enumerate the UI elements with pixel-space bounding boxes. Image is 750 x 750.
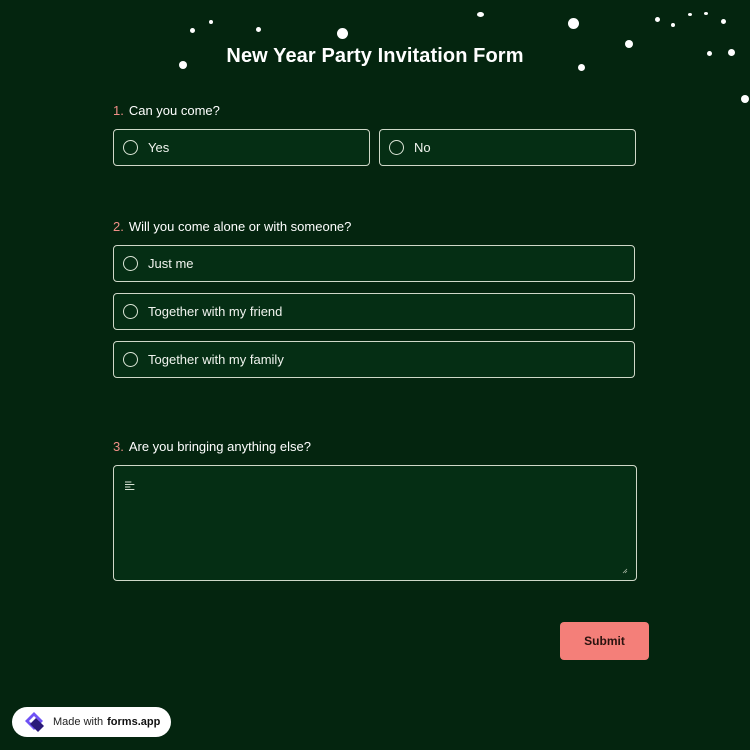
snow-dot bbox=[477, 12, 484, 17]
radio-button[interactable] bbox=[123, 352, 138, 367]
radio-button[interactable] bbox=[389, 140, 404, 155]
snow-dot bbox=[741, 95, 749, 103]
radio-button[interactable] bbox=[123, 304, 138, 319]
option-with-family[interactable]: Together with my family bbox=[113, 341, 635, 378]
question-2: 2. Will you come alone or with someone? bbox=[113, 218, 351, 236]
snow-dot bbox=[655, 17, 660, 22]
radio-button[interactable] bbox=[123, 140, 138, 155]
option-label: Yes bbox=[148, 139, 170, 155]
snow-dot bbox=[190, 28, 195, 33]
option-label: No bbox=[414, 139, 431, 155]
option-label: Together with my family bbox=[148, 351, 284, 367]
text-answer-field[interactable] bbox=[113, 465, 637, 581]
badge-prefix: Made with bbox=[53, 716, 104, 728]
option-label: Just me bbox=[148, 255, 194, 271]
snow-dot bbox=[721, 19, 726, 24]
snow-dot bbox=[671, 23, 675, 27]
question-text: Are you bringing anything else? bbox=[128, 439, 311, 454]
badge-brand: forms.app bbox=[107, 716, 161, 728]
text-lines-icon bbox=[125, 481, 135, 490]
form-title: New Year Party Invitation Form bbox=[226, 45, 524, 68]
snow-dot bbox=[688, 13, 692, 16]
resize-handle-icon[interactable] bbox=[622, 568, 628, 574]
question-1: 1. Can you come? bbox=[113, 102, 220, 120]
snow-dot bbox=[568, 18, 579, 29]
radio-button[interactable] bbox=[123, 256, 138, 271]
snow-dot bbox=[256, 27, 261, 32]
question-text: Can you come? bbox=[128, 103, 220, 118]
question-number: 1. bbox=[113, 103, 124, 118]
snow-dot bbox=[337, 28, 348, 39]
option-yes[interactable]: Yes bbox=[113, 129, 370, 166]
made-with-badge[interactable]: Made with forms.app bbox=[12, 707, 171, 737]
form-page: New Year Party Invitation Form 1. Can you… bbox=[0, 0, 750, 750]
question-3: 3. Are you bringing anything else? bbox=[113, 438, 311, 456]
option-no[interactable]: No bbox=[379, 129, 636, 166]
option-just-me[interactable]: Just me bbox=[113, 245, 635, 282]
question-text: Will you come alone or with someone? bbox=[128, 219, 352, 234]
question-number: 2. bbox=[113, 219, 124, 234]
forms-app-logo-icon bbox=[25, 712, 44, 732]
snow-dot bbox=[704, 12, 708, 15]
option-label: Together with my friend bbox=[148, 303, 283, 319]
submit-button[interactable]: Submit bbox=[560, 622, 649, 660]
snow-dot bbox=[209, 20, 213, 24]
option-with-friend[interactable]: Together with my friend bbox=[113, 293, 635, 330]
question-number: 3. bbox=[113, 439, 124, 454]
